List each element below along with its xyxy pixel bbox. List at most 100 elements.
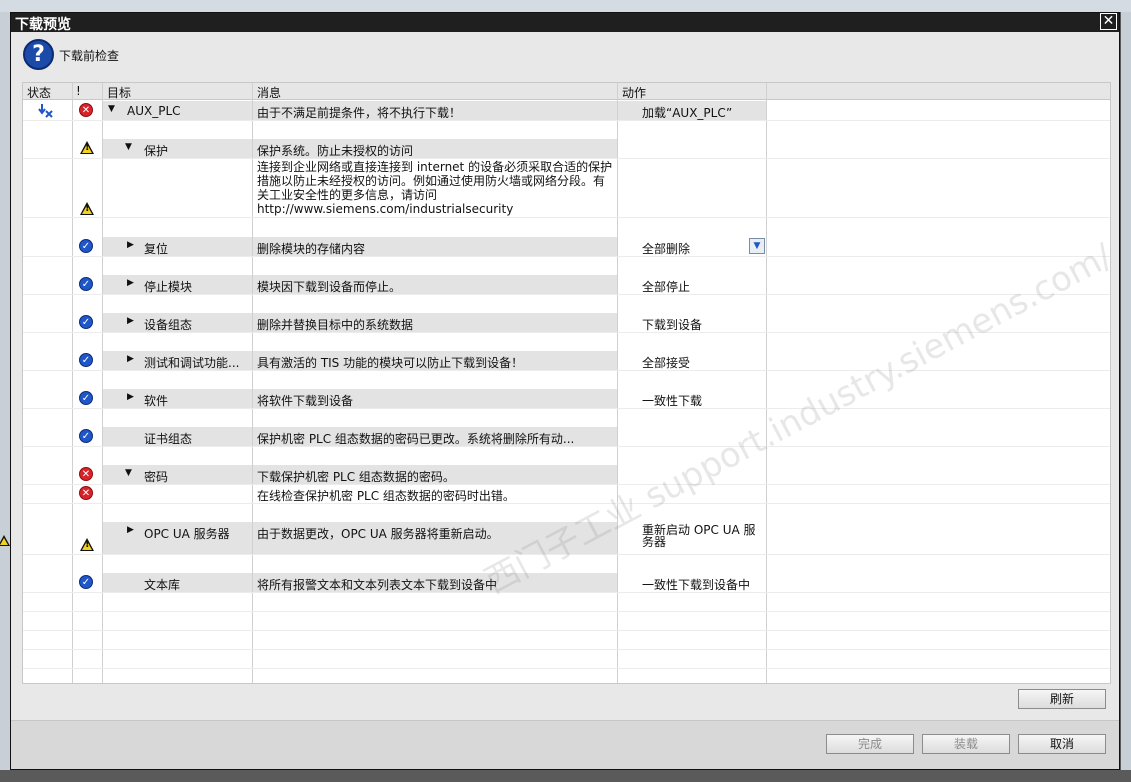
action-select[interactable]: 下载到设备 xyxy=(618,313,766,332)
action-label: 一致性下载 xyxy=(642,394,703,408)
warning-icon xyxy=(80,538,94,551)
check-icon: ✓ xyxy=(79,277,93,291)
table-row[interactable]: ✓ ▶ 停止模块 模块因下载到设备而停止。 全部停止 xyxy=(23,275,1110,295)
download-status-icon xyxy=(38,104,53,118)
dropdown-arrow-icon[interactable]: ▼ xyxy=(749,238,765,254)
col-target: 目标 xyxy=(107,86,132,100)
dialog-titlebar: 下载预览 ✕ xyxy=(11,13,1119,33)
check-icon: ✓ xyxy=(79,429,93,443)
target-label: 设备组态 xyxy=(144,318,193,332)
check-icon: ✓ xyxy=(79,391,93,405)
target-label: 密码 xyxy=(144,470,169,484)
table-row[interactable]: ✓ ▶ 软件 将软件下载到设备 一致性下载 xyxy=(23,389,1110,409)
warning-icon xyxy=(80,141,94,154)
message-text: 由于数据更改，OPC UA 服务器将重新启动。 xyxy=(257,527,499,541)
table-row[interactable]: ✓ 文本库 将所有报警文本和文本列表文本下载到设备中 一致性下载到设备中 xyxy=(23,573,1110,593)
table-header: 状态 ! 目标 消息 动作 xyxy=(23,83,1110,100)
expand-caret-icon[interactable]: ▼ xyxy=(125,468,132,478)
target-label: AUX_PLC xyxy=(127,104,181,118)
action-select[interactable]: 一致性下载到设备中 xyxy=(618,573,766,592)
target-label: 复位 xyxy=(144,242,169,256)
action-select[interactable]: 全部删除 xyxy=(618,237,766,256)
error-icon: ✕ xyxy=(79,103,93,117)
table-row[interactable]: ✓ ▶ 复位 删除模块的存储内容 全部删除 ▼ xyxy=(23,237,1110,257)
expand-caret-icon[interactable]: ▶ xyxy=(127,392,134,402)
action-select[interactable]: 一致性下载 xyxy=(618,389,766,408)
message-text: 模块因下载到设备而停止。 xyxy=(257,280,402,294)
col-message: 消息 xyxy=(257,86,282,100)
error-icon: ✕ xyxy=(79,486,93,500)
dialog-footer: 完成 装载 取消 xyxy=(11,720,1119,769)
table-row[interactable]: ✕ ▼ 密码 下载保护机密 PLC 组态数据的密码。 xyxy=(23,465,1110,485)
action-select[interactable]: 全部停止 xyxy=(618,275,766,294)
target-label: 软件 xyxy=(144,394,169,408)
message-text: 将软件下载到设备 xyxy=(257,394,354,408)
col-status: 状态 xyxy=(27,86,52,100)
action-label: 重新启动 OPC UA 服务器 xyxy=(642,523,756,549)
cancel-button[interactable]: 取消 xyxy=(1018,734,1106,754)
message-text: 连接到企业网络或直接连接到 internet 的设备必须采取合适的保护措施以防止… xyxy=(257,160,613,216)
expand-caret-icon[interactable]: ▼ xyxy=(108,104,115,114)
empty-row xyxy=(23,592,1110,612)
expand-caret-icon[interactable]: ▼ xyxy=(125,142,132,152)
close-button[interactable]: ✕ xyxy=(1100,13,1117,30)
empty-row xyxy=(23,611,1110,631)
warning-icon xyxy=(80,202,94,215)
target-label: 证书组态 xyxy=(144,432,193,446)
target-label: 保护 xyxy=(144,144,169,158)
expand-caret-icon[interactable]: ▶ xyxy=(127,316,134,326)
table-row[interactable]: ✕ ▼ AUX_PLC 由于不满足前提条件，将不执行下载！ 加载“AUX_PLC” xyxy=(23,101,1110,121)
empty-row xyxy=(23,630,1110,650)
message-text: 保护机密 PLC 组态数据的密码已更改。系统将删除所有动... xyxy=(257,432,575,446)
message-text: 删除模块的存储内容 xyxy=(257,242,366,256)
expand-caret-icon[interactable]: ▶ xyxy=(127,240,134,250)
empty-row xyxy=(23,668,1110,683)
load-button[interactable]: 装载 xyxy=(922,734,1010,754)
action-label: 加载“AUX_PLC” xyxy=(642,106,733,120)
table-row[interactable]: ✓ ▶ 测试和调试功能... 具有激活的 TIS 功能的模块可以防止下载到设备！ … xyxy=(23,351,1110,371)
background-app-right-strip xyxy=(1121,12,1131,770)
table-row[interactable]: ✓ 证书组态 保护机密 PLC 组态数据的密码已更改。系统将删除所有动... xyxy=(23,427,1110,447)
target-label: 停止模块 xyxy=(144,280,193,294)
error-icon: ✕ xyxy=(79,467,93,481)
action-select[interactable]: 全部接受 xyxy=(618,351,766,370)
check-icon: ✓ xyxy=(79,315,93,329)
expand-caret-icon[interactable]: ▶ xyxy=(127,525,134,535)
table-row[interactable]: 连接到企业网络或直接连接到 internet 的设备必须采取合适的保护措施以防止… xyxy=(23,159,1110,218)
expand-caret-icon[interactable]: ▶ xyxy=(127,278,134,288)
check-icon: ✓ xyxy=(79,239,93,253)
background-app-top xyxy=(0,0,1131,12)
action-label: 全部接受 xyxy=(642,356,691,370)
table-row[interactable]: ▶ OPC UA 服务器 由于数据更改，OPC UA 服务器将重新启动。 重新启动… xyxy=(23,522,1110,555)
message-text: 由于不满足前提条件，将不执行下载！ xyxy=(257,106,462,120)
expand-caret-icon[interactable]: ▶ xyxy=(127,354,134,364)
table-row[interactable]: ▼ 保护 保护系统。防止未授权的访问 xyxy=(23,139,1110,159)
col-flag: ! xyxy=(76,84,81,98)
target-label: 文本库 xyxy=(144,578,181,592)
table-row[interactable]: ✓ ▶ 设备组态 删除并替换目标中的系统数据 下载到设备 xyxy=(23,313,1110,333)
refresh-button[interactable]: 刷新 xyxy=(1018,689,1106,709)
message-text: 在线检查保护机密 PLC 组态数据的密码时出错。 xyxy=(257,489,515,503)
table-row[interactable]: ✕ 在线检查保护机密 PLC 组态数据的密码时出错。 xyxy=(23,484,1110,504)
action-label: 下载到设备 xyxy=(642,318,703,332)
target-label: OPC UA 服务器 xyxy=(144,527,230,541)
action-label: 全部停止 xyxy=(642,280,691,294)
finish-button[interactable]: 完成 xyxy=(826,734,914,754)
message-text: 具有激活的 TIS 功能的模块可以防止下载到设备！ xyxy=(257,356,524,370)
col-action: 动作 xyxy=(622,86,647,100)
message-text: 保护系统。防止未授权的访问 xyxy=(257,144,414,158)
header-title: 下载前检查 xyxy=(59,49,120,63)
dialog-header: ? 下载前检查 xyxy=(11,32,1119,82)
action-label: 全部删除 xyxy=(642,242,691,256)
action-select[interactable]: 重新启动 OPC UA 服务器 xyxy=(618,522,766,554)
check-icon: ✓ xyxy=(79,575,93,589)
empty-row xyxy=(23,649,1110,669)
download-preview-dialog: 下载预览 ✕ ? 下载前检查 状态 ! 目标 消息 动作 ✕ ▼ AUX_PLC … xyxy=(10,12,1120,770)
question-icon: ? xyxy=(23,39,54,70)
background-app-left-strip xyxy=(0,12,10,770)
message-text: 下载保护机密 PLC 组态数据的密码。 xyxy=(257,470,455,484)
dialog-title: 下载预览 xyxy=(15,17,71,33)
check-icon: ✓ xyxy=(79,353,93,367)
message-text: 将所有报警文本和文本列表文本下载到设备中 xyxy=(257,578,498,592)
action-label: 一致性下载到设备中 xyxy=(642,578,751,592)
